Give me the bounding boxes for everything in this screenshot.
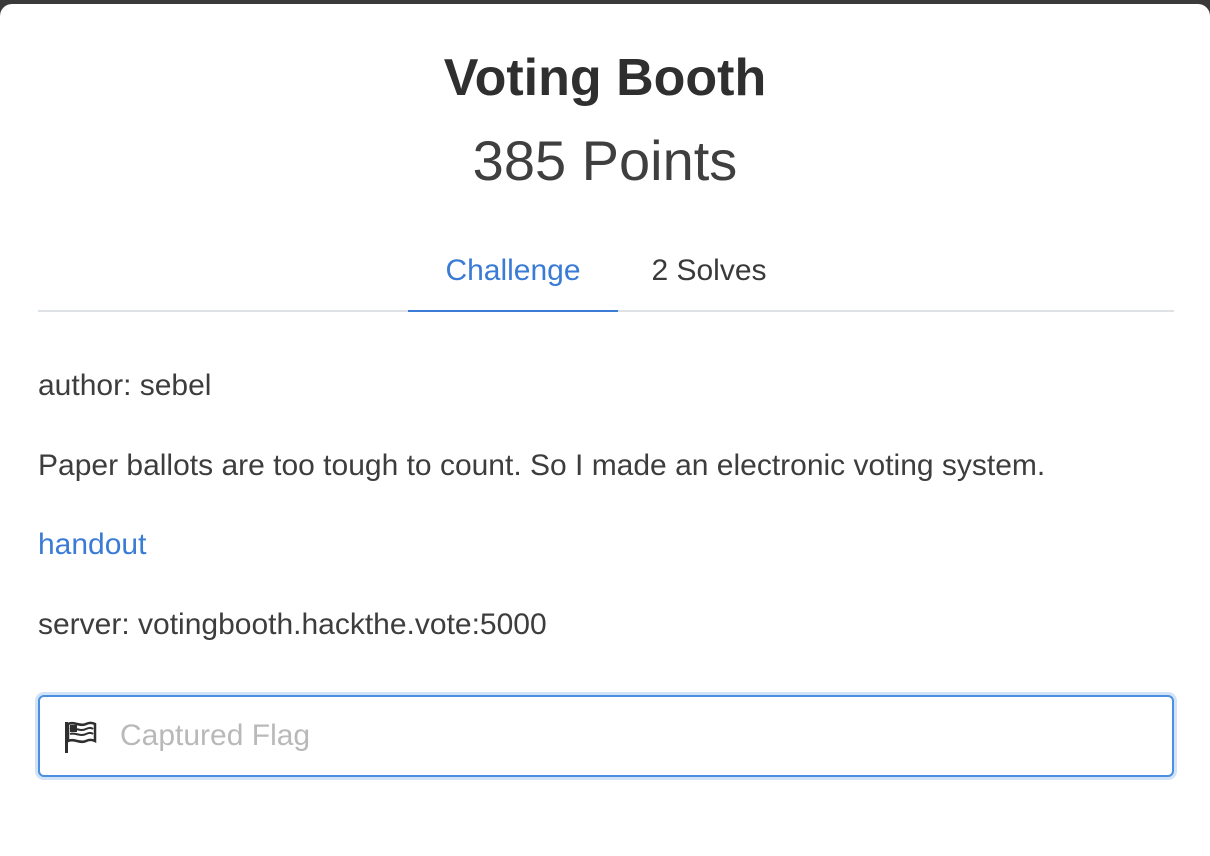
flag-field[interactable] xyxy=(38,695,1174,777)
tab-challenge[interactable]: Challenge xyxy=(408,242,618,312)
handout-link[interactable]: handout xyxy=(38,525,146,565)
challenge-author: author: sebel xyxy=(38,369,212,402)
challenge-title: Voting Booth xyxy=(443,49,767,107)
challenge-modal: Voting Booth 385 Points Challenge 2 Solv… xyxy=(0,4,1210,856)
flag-input[interactable] xyxy=(120,697,1160,775)
challenge-points: 385 Points xyxy=(472,129,738,192)
tab-bar: Challenge 2 Solves xyxy=(38,242,1174,312)
flag-icon xyxy=(62,719,98,755)
challenge-description: Paper ballots are too tough to count. So… xyxy=(38,449,1046,482)
challenge-server: server: votingbooth.hackthe.vote:5000 xyxy=(38,608,547,641)
tab-solves[interactable]: 2 Solves xyxy=(628,242,790,312)
